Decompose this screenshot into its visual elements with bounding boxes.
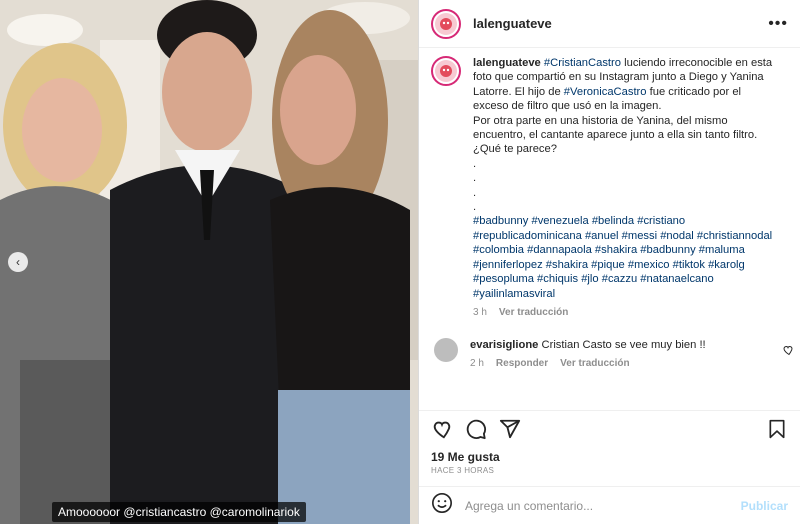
more-horizontal-icon: ••• (768, 14, 788, 32)
comment-meta: 2 h Responder Ver traducción (470, 358, 770, 369)
avatar-image (435, 12, 457, 35)
post-header: lalenguateve ••• (419, 0, 800, 48)
caption-dot: . (473, 186, 477, 199)
comment-username[interactable]: evarisiglione (470, 339, 538, 351)
comment-item: evarisiglione Cristian Casto se vee muy … (431, 337, 793, 369)
comment-text: Cristian Casto se vee muy bien !! (538, 338, 706, 351)
add-comment-bar: Publicar (419, 486, 800, 524)
post-comment-button[interactable]: Publicar (741, 499, 788, 513)
caption-dot: . (473, 157, 477, 170)
photo-caption: Amoooooor @cristiancastro @caromolinario… (52, 502, 306, 522)
post-time-ago: HACE 3 HORAS (431, 466, 495, 475)
caption-dot: . (473, 172, 477, 185)
caption-dot: . (473, 201, 477, 214)
caption-avatar[interactable] (431, 56, 461, 86)
send-icon[interactable] (499, 418, 521, 440)
photo-mention-2[interactable]: @caromolinariok (210, 505, 300, 519)
comment-body: evarisiglione Cristian Casto se vee muy … (470, 338, 770, 352)
photo-mention-1[interactable]: @cristiancastro (123, 505, 206, 519)
comment-icon[interactable] (465, 418, 487, 440)
comment-translate-link[interactable]: Ver traducción (560, 358, 629, 369)
caption-text: lalenguateve #CristianCastro luciendo ir… (473, 56, 773, 301)
caption-translate-link[interactable]: Ver traducción (499, 307, 568, 318)
header-username[interactable]: lalenguateve (473, 16, 552, 31)
post-actions (419, 410, 800, 446)
emoji-icon[interactable] (431, 492, 453, 519)
post-caption: lalenguateve #CristianCastro luciendo ir… (431, 56, 788, 318)
avatar-image (435, 60, 457, 82)
caption-time: 3 h (473, 306, 487, 318)
photo-illustration (0, 0, 418, 524)
more-options-button[interactable]: ••• (768, 15, 788, 33)
bookmark-icon[interactable] (766, 418, 788, 440)
previous-photo-button[interactable]: ‹ (8, 252, 28, 272)
comment-avatar[interactable] (434, 337, 458, 362)
comment-time: 2 h (470, 358, 484, 370)
caption-username[interactable]: lalenguateve (473, 57, 541, 69)
caption-meta: 3 h Ver traducción (473, 307, 773, 318)
avatar[interactable] (431, 8, 461, 39)
comment-like-heart-icon[interactable] (782, 344, 794, 359)
post-photo[interactable]: ‹ Amoooooor @cristiancastro @caromolinar… (0, 0, 418, 524)
chevron-left-icon: ‹ (16, 255, 20, 269)
post-panel: lalenguateve ••• lalenguateve #CristianC… (418, 0, 800, 524)
caption-hashtags[interactable]: #badbunny #venezuela #belinda #cristiano… (473, 214, 773, 300)
comment-input[interactable] (465, 498, 741, 513)
comments-section[interactable]: lalenguateve #CristianCastro luciendo ir… (419, 48, 800, 408)
likes-count[interactable]: 19 Me gusta (431, 450, 500, 464)
photo-caption-text: Amoooooor (58, 505, 121, 519)
caption-hashtag-2[interactable]: #VeronicaCastro (564, 86, 647, 98)
heart-icon[interactable] (431, 418, 453, 440)
caption-text-3: Por otra parte en una historia de Yanina… (473, 114, 758, 156)
caption-hashtag-1[interactable]: #CristianCastro (544, 57, 621, 69)
comment-reply-link[interactable]: Responder (496, 358, 548, 369)
